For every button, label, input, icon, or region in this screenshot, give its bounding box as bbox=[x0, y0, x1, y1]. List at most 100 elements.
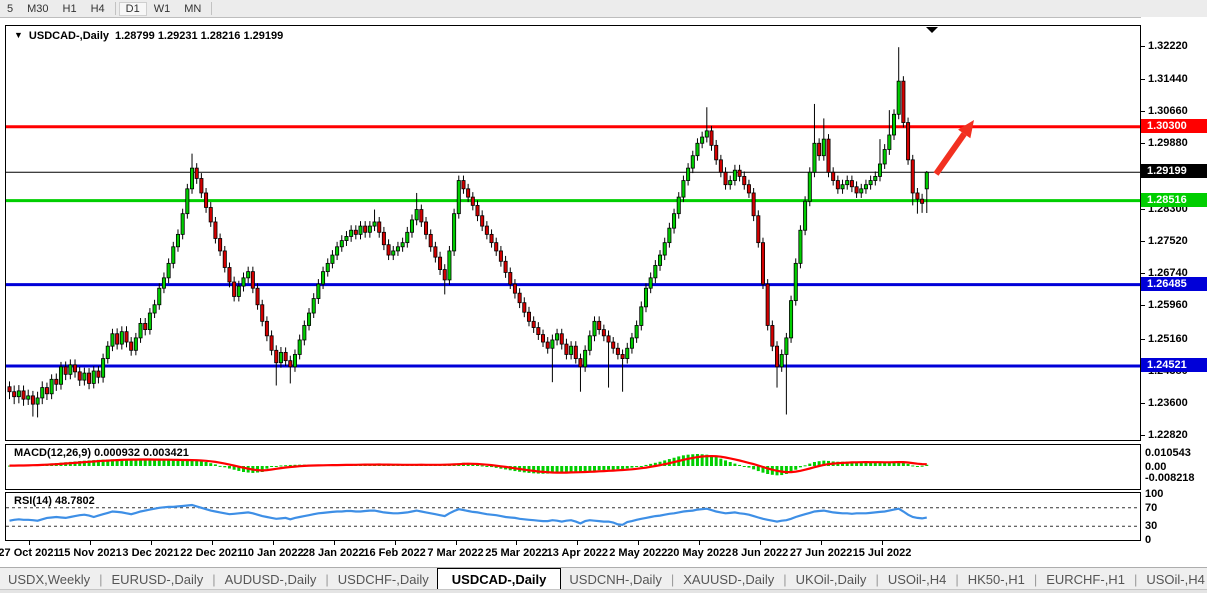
macd-histogram-bar bbox=[195, 461, 198, 466]
rsi-chart[interactable] bbox=[6, 493, 1140, 540]
candle-body bbox=[902, 81, 905, 122]
rsi-axis-label: 30 bbox=[1145, 520, 1157, 532]
candle-body bbox=[747, 185, 750, 193]
date-tick-mark bbox=[516, 541, 517, 545]
candle-body bbox=[13, 392, 16, 397]
toolbar-separator bbox=[115, 2, 116, 15]
chart-tab-usdcad-daily[interactable]: USDCAD-,Daily bbox=[437, 568, 562, 590]
chart-shift-marker-icon[interactable] bbox=[926, 27, 938, 33]
chart-tab-eurchf-h1[interactable]: EURCHF-,H1 bbox=[1038, 569, 1133, 590]
price-tick-mark bbox=[1141, 403, 1145, 404]
chart-tab-usdchf-daily[interactable]: USDCHF-,Daily bbox=[330, 569, 437, 590]
chart-tab-audusd-daily[interactable]: AUDUSD-,Daily bbox=[217, 569, 325, 590]
candle-body bbox=[434, 247, 437, 257]
candle-body bbox=[87, 373, 90, 383]
chart-ohlc-values: 1.28799 1.29231 1.28216 1.29199 bbox=[115, 30, 283, 42]
candle-body bbox=[261, 305, 264, 322]
symbol-dropdown-icon[interactable]: ▼ bbox=[14, 30, 23, 42]
macd-histogram-bar bbox=[752, 466, 755, 469]
candle-body bbox=[345, 236, 348, 240]
date-label: 27 Oct 2021 bbox=[0, 547, 60, 559]
chart-tab-usdx-weekly[interactable]: USDX,Weekly bbox=[0, 569, 98, 590]
candle-body bbox=[17, 391, 20, 397]
candle-body bbox=[785, 338, 788, 355]
candle-body bbox=[279, 352, 282, 362]
date-label: 15 Jul 2022 bbox=[853, 547, 912, 559]
candle-body bbox=[827, 139, 830, 172]
price-tick-mark bbox=[1141, 46, 1145, 47]
candle-body bbox=[275, 350, 278, 362]
price-tick-label: 1.32220 bbox=[1148, 40, 1188, 53]
chart-tab-hk50-h1[interactable]: HK50-,H1 bbox=[960, 569, 1033, 590]
macd-histogram-bar bbox=[284, 465, 287, 466]
candlestick-chart[interactable] bbox=[6, 26, 1140, 440]
candle-body bbox=[878, 164, 881, 176]
candle-body bbox=[228, 267, 231, 281]
chart-tab-xauusd-daily[interactable]: XAUUSD-,Daily bbox=[675, 569, 782, 590]
macd-histogram-bar bbox=[279, 465, 282, 466]
candle-body bbox=[640, 307, 643, 326]
candle-body bbox=[303, 325, 306, 339]
candle-body bbox=[738, 170, 741, 176]
candle-body bbox=[822, 139, 825, 156]
chart-tab-ukoil-daily[interactable]: UKOil-,Daily bbox=[788, 569, 875, 590]
candle-body bbox=[532, 321, 535, 327]
chart-tab-usdcnh-daily[interactable]: USDCNH-,Daily bbox=[561, 569, 669, 590]
candle-body bbox=[654, 265, 657, 277]
date-label: 2 May 2022 bbox=[609, 547, 667, 559]
macd-histogram-bar bbox=[607, 466, 610, 470]
timeframe-button-w1[interactable]: W1 bbox=[147, 2, 178, 16]
timeframe-button-5[interactable]: 5 bbox=[0, 2, 20, 16]
price-tick-label: 1.30660 bbox=[1148, 105, 1188, 118]
date-tick-mark bbox=[638, 541, 639, 545]
candle-body bbox=[818, 143, 821, 155]
date-label: 16 Feb 2022 bbox=[363, 547, 425, 559]
candle-body bbox=[705, 131, 708, 137]
date-axis: 27 Oct 202115 Nov 20213 Dec 202122 Dec 2… bbox=[5, 546, 1141, 562]
chart-tab-usoil-h4[interactable]: USOil-,H4 bbox=[1138, 569, 1207, 590]
macd-histogram-bar bbox=[186, 460, 189, 466]
candle-body bbox=[481, 216, 484, 226]
candle-body bbox=[31, 396, 34, 404]
macd-indicator-panel[interactable]: MACD(12,26,9) 0.000932 0.003421 bbox=[5, 444, 1141, 490]
candle-body bbox=[307, 313, 310, 325]
candle-body bbox=[757, 216, 760, 243]
main-chart-panel[interactable]: ▼ USDCAD-,Daily 1.28799 1.29231 1.28216 … bbox=[5, 25, 1141, 441]
candle-body bbox=[555, 334, 558, 340]
candle-body bbox=[836, 181, 839, 189]
candle-body bbox=[368, 226, 371, 232]
candle-body bbox=[317, 284, 320, 298]
macd-histogram-bar bbox=[921, 466, 924, 467]
timeframe-button-d1[interactable]: D1 bbox=[119, 2, 147, 16]
candle-body bbox=[293, 354, 296, 366]
price-tick-mark bbox=[1141, 241, 1145, 242]
candle-body bbox=[233, 282, 236, 296]
candle-body bbox=[672, 214, 675, 228]
candle-body bbox=[350, 230, 353, 236]
date-label: 20 May 2022 bbox=[667, 547, 731, 559]
candle-body bbox=[420, 210, 423, 222]
date-tick-mark bbox=[334, 541, 335, 545]
candle-body bbox=[102, 359, 105, 378]
candle-body bbox=[190, 168, 193, 189]
candle-body bbox=[336, 247, 339, 255]
candle-body bbox=[22, 391, 25, 399]
date-label: 3 Dec 2021 bbox=[122, 547, 179, 559]
rsi-label: RSI(14) 48.7802 bbox=[14, 495, 95, 507]
chart-tab-eurusd-daily[interactable]: EURUSD-,Daily bbox=[104, 569, 212, 590]
timeframe-button-mn[interactable]: MN bbox=[177, 2, 208, 16]
date-tick-mark bbox=[456, 541, 457, 545]
date-tick-mark bbox=[577, 541, 578, 545]
bullish-arrow-shaft[interactable] bbox=[936, 134, 964, 174]
candle-body bbox=[83, 373, 86, 380]
macd-histogram-bar bbox=[485, 466, 488, 467]
chart-tab-usoil-h4[interactable]: USOil-,H4 bbox=[880, 569, 955, 590]
macd-histogram-bar bbox=[747, 466, 750, 468]
date-label: 13 Apr 2022 bbox=[547, 547, 608, 559]
timeframe-button-h4[interactable]: H4 bbox=[84, 2, 112, 16]
rsi-indicator-panel[interactable]: RSI(14) 48.7802 bbox=[5, 492, 1141, 541]
candle-body bbox=[724, 172, 727, 184]
timeframe-button-m30[interactable]: M30 bbox=[20, 2, 55, 16]
macd-histogram-bar bbox=[584, 466, 587, 471]
timeframe-button-h1[interactable]: H1 bbox=[56, 2, 84, 16]
